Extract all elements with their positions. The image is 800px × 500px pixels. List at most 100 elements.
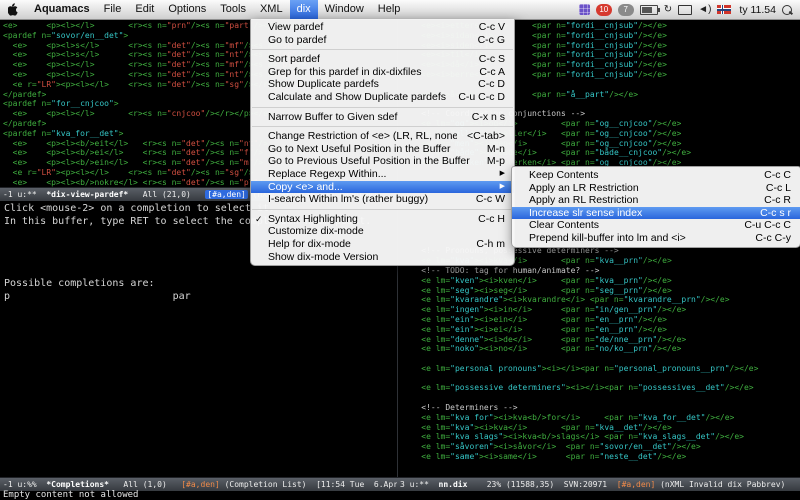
battery-tip bbox=[658, 8, 660, 12]
menu-item-label: Clear Contents bbox=[529, 219, 734, 232]
menu-shortcut: C-c L bbox=[766, 182, 791, 195]
battery-fill bbox=[642, 7, 652, 13]
menu-item-label: Go to Next Useful Position in the Buffer bbox=[268, 143, 477, 156]
app-grid-icon[interactable] bbox=[579, 4, 590, 15]
count-badge-icon[interactable]: 7 bbox=[618, 4, 634, 16]
menu-item-help-for-dix-mode[interactable]: Help for dix-mode C-h m bbox=[251, 238, 514, 251]
menu-item-label: Syntax Highlighting bbox=[268, 213, 468, 226]
menu-item-customize-dix-mode[interactable]: Customize dix-mode bbox=[251, 225, 514, 238]
norway-flag-input-icon[interactable] bbox=[717, 5, 731, 14]
menubar-item-options[interactable]: Options bbox=[161, 0, 213, 19]
aquamacs-screen: AquamacsFileEditOptionsToolsXMLdixWindow… bbox=[0, 0, 800, 500]
menu-item-go-to-previous-useful-position-in-the-buffer[interactable]: Go to Previous Useful Position in the Bu… bbox=[251, 155, 514, 168]
menu-separator bbox=[252, 126, 513, 127]
display-icon[interactable] bbox=[678, 5, 692, 15]
menu-item-label: Narrow Buffer to Given sdef bbox=[268, 111, 462, 124]
menu-item-clear-contents[interactable]: Clear Contents C-u C-c C bbox=[512, 219, 800, 232]
menu-item-grep-for-this-pardef-in-dix-dixfiles[interactable]: Grep for this pardef in dix-dixfiles C-c … bbox=[251, 66, 514, 79]
menu-item-label: Copy <e> and... bbox=[268, 181, 490, 194]
menu-item-change-restriction-of-e-lr-rl-none[interactable]: Change Restriction of <e> (LR, RL, none)… bbox=[251, 130, 514, 143]
menu-item-show-dix-mode-version[interactable]: Show dix-mode Version bbox=[251, 251, 514, 264]
menubar-item-xml[interactable]: XML bbox=[253, 0, 290, 19]
copy-e-and-submenu: Keep ContentsC-c CApply an LR Restrictio… bbox=[511, 166, 800, 248]
menu-shortcut: C-h m bbox=[476, 238, 505, 251]
menu-item-label: View pardef bbox=[268, 21, 469, 34]
menu-item-prepend-kill-buffer-into-lm-and-i[interactable]: Prepend kill-buffer into lm and <i> C-c C… bbox=[512, 232, 800, 245]
menu-item-sort-pardef[interactable]: Sort pardef C-c S bbox=[251, 53, 514, 66]
menubar-clock[interactable]: ty 11.54 bbox=[737, 4, 776, 16]
menubar-item-window[interactable]: Window bbox=[318, 0, 371, 19]
menu-item-label: Sort pardef bbox=[268, 53, 469, 66]
battery-icon[interactable] bbox=[640, 5, 658, 15]
menu-item-replace-regexp-within[interactable]: Replace Regexp Within... ▶ bbox=[251, 168, 514, 181]
menu-item-i-search-within-lm-s-rather-buggy[interactable]: I-search Within lm's (rather buggy)C-c W bbox=[251, 193, 514, 206]
menu-shortcut: C-c s r bbox=[760, 207, 791, 220]
menu-shortcut: C-c D bbox=[478, 78, 505, 91]
menubar-item-help[interactable]: Help bbox=[371, 0, 408, 19]
menubar-item-edit[interactable]: Edit bbox=[128, 0, 161, 19]
volume-icon[interactable]: ◄) bbox=[698, 4, 711, 16]
menu-shortcut: C-x n s bbox=[472, 111, 505, 124]
menubar: AquamacsFileEditOptionsToolsXMLdixWindow… bbox=[0, 0, 800, 20]
menubar-item-file[interactable]: File bbox=[97, 0, 129, 19]
menu-item-syntax-highlighting[interactable]: ✓Syntax Highlighting C-c H bbox=[251, 213, 514, 226]
submenu-arrow-icon: ▶ bbox=[500, 168, 505, 181]
menu-shortcut: C-c C bbox=[764, 169, 791, 182]
menu-item-label: Calculate and Show Duplicate pardefs bbox=[268, 91, 448, 104]
menu-item-apply-an-rl-restriction[interactable]: Apply an RL Restriction C-c R bbox=[512, 194, 800, 207]
flag-stripe bbox=[722, 5, 724, 14]
menubar-item-tools[interactable]: Tools bbox=[213, 0, 253, 19]
menu-item-label: Keep Contents bbox=[529, 169, 754, 182]
menu-shortcut: C-c R bbox=[764, 194, 791, 207]
menu-item-go-to-next-useful-position-in-the-buffer[interactable]: Go to Next Useful Position in the Buffer… bbox=[251, 143, 514, 156]
spotlight-icon[interactable] bbox=[782, 5, 792, 15]
menu-shortcut: C-u C-c D bbox=[458, 91, 505, 104]
menu-separator bbox=[252, 209, 513, 210]
menu-shortcut: C-c A bbox=[479, 66, 505, 79]
menu-separator bbox=[252, 107, 513, 108]
menu-item-label: Apply an LR Restriction bbox=[529, 182, 756, 195]
menu-shortcut: C-c C-y bbox=[755, 232, 791, 245]
menu-shortcut: C-c S bbox=[479, 53, 505, 66]
menu-item-keep-contents[interactable]: Keep Contents C-c C bbox=[512, 169, 800, 182]
menu-shortcut: C-c W bbox=[476, 193, 505, 206]
submenu-arrow-icon: ▶ bbox=[500, 181, 505, 194]
menu-shortcut: <C-tab> bbox=[467, 130, 505, 143]
sync-icon[interactable]: ↻ bbox=[664, 4, 672, 16]
menu-item-narrow-buffer-to-given-sdef[interactable]: Narrow Buffer to Given sdef C-x n s bbox=[251, 111, 514, 124]
menu-item-go-to-pardef[interactable]: Go to pardefC-c G bbox=[251, 34, 514, 47]
menu-shortcut: C-c V bbox=[479, 21, 505, 34]
menu-item-label: Apply an RL Restriction bbox=[529, 194, 754, 207]
menu-item-increase-slr-sense-index[interactable]: Increase slr sense index C-c s r bbox=[512, 207, 800, 220]
menubar-status-area: 10 7 ↻ ◄) ty 11.54 bbox=[579, 4, 800, 16]
menu-item-label: Grep for this pardef in dix-dixfiles bbox=[268, 66, 469, 79]
menu-shortcut: C-u C-c C bbox=[744, 219, 791, 232]
menu-item-label: Help for dix-mode bbox=[268, 238, 466, 251]
menu-item-label: Prepend kill-buffer into lm and <i> bbox=[529, 232, 745, 245]
menu-item-label: Go to pardef bbox=[268, 34, 468, 47]
menu-separator bbox=[252, 49, 513, 50]
menu-item-label: Change Restriction of <e> (LR, RL, none) bbox=[268, 130, 457, 143]
menu-item-label: Go to Previous Useful Position in the Bu… bbox=[268, 155, 477, 168]
menu-item-show-duplicate-pardefs[interactable]: Show Duplicate pardefs C-c D bbox=[251, 78, 514, 91]
apple-menu-icon[interactable] bbox=[0, 3, 27, 16]
menu-item-label: Increase slr sense index bbox=[529, 207, 750, 220]
dix-menu-dropdown: View pardef C-c VGo to pardefC-c G Sort pa… bbox=[250, 19, 515, 266]
menu-shortcut: M-n bbox=[487, 143, 505, 156]
menu-item-copy-e-and[interactable]: Copy <e> and... ▶ bbox=[251, 181, 514, 194]
menubar-item-aquamacs[interactable]: Aquamacs bbox=[27, 0, 97, 19]
menu-item-label: Replace Regexp Within... bbox=[268, 168, 490, 181]
flag-stripe bbox=[717, 9, 731, 11]
notification-badge-icon[interactable]: 10 bbox=[596, 4, 612, 16]
menu-item-apply-an-lr-restriction[interactable]: Apply an LR Restriction C-c L bbox=[512, 182, 800, 195]
menu-shortcut: C-c H bbox=[478, 213, 505, 226]
checkmark-icon: ✓ bbox=[255, 213, 268, 226]
menu-shortcut: M-p bbox=[487, 155, 505, 168]
menu-item-view-pardef[interactable]: View pardef C-c V bbox=[251, 21, 514, 34]
menu-item-calculate-and-show-duplicate-pardefs[interactable]: Calculate and Show Duplicate pardefs C-u … bbox=[251, 91, 514, 104]
modeline-nn-dix[interactable]: 3 u:** nn.dix 23% (11588,35) SVN:20971 [… bbox=[397, 477, 800, 491]
menubar-item-dix[interactable]: dix bbox=[290, 0, 318, 19]
menu-item-label: Show dix-mode Version bbox=[268, 251, 495, 264]
menubar-items: AquamacsFileEditOptionsToolsXMLdixWindow… bbox=[27, 0, 407, 19]
menu-item-label: Show Duplicate pardefs bbox=[268, 78, 468, 91]
